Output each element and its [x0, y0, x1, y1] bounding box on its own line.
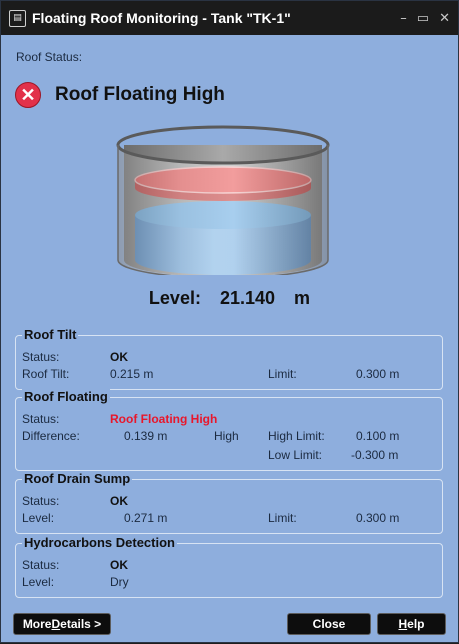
help-accelerator: H — [398, 617, 408, 631]
tank-graphic — [116, 125, 330, 275]
roof-tilt-value: 0.215 m — [110, 367, 154, 381]
roof-status-value: Roof Floating High — [55, 84, 225, 105]
minimize-icon[interactable]: – — [400, 11, 407, 26]
more-details-button[interactable]: More Details > — [13, 613, 111, 635]
group-title: Roof Tilt — [22, 327, 79, 342]
more-details-accelerator: D — [51, 617, 61, 631]
status-label: Status: — [22, 412, 60, 426]
level-readout: Level: 21.140 m — [1, 288, 458, 309]
status-value: Roof Floating High — [110, 412, 218, 426]
high-limit-value: 0.100 m — [356, 429, 400, 443]
status-label: Status: — [22, 558, 60, 572]
difference-value: 0.139 m — [124, 429, 168, 443]
status-value: OK — [110, 494, 128, 508]
status-value: OK — [110, 558, 128, 572]
group-title: Roof Floating — [22, 389, 110, 404]
status-label: Status: — [22, 494, 60, 508]
monitoring-window: ▤ Floating Roof Monitoring - Tank "TK-1"… — [0, 0, 459, 643]
level-value: Dry — [110, 575, 129, 589]
status-label: Status: — [22, 350, 60, 364]
low-limit-value: -0.300 m — [351, 448, 399, 462]
hydrocarbons-detection-group: Hydrocarbons Detection Status: OK Level:… — [15, 535, 443, 598]
title-bar[interactable]: ▤ Floating Roof Monitoring - Tank "TK-1"… — [1, 1, 458, 35]
dialog-content: Roof Status: ✕ Roof Floating High Level:… — [1, 35, 458, 644]
group-title: Hydrocarbons Detection — [22, 535, 177, 550]
status-value: OK — [110, 350, 128, 364]
help-button[interactable]: Help — [377, 613, 446, 635]
help-label-rest: elp — [407, 617, 425, 631]
limit-label: Limit: — [268, 511, 297, 525]
limit-value: 0.300 m — [356, 367, 400, 381]
close-button[interactable]: Close — [287, 613, 371, 635]
window-title: Floating Roof Monitoring - Tank "TK-1" — [32, 10, 291, 26]
low-limit-label: Low Limit: — [268, 448, 323, 462]
level-label: Level: — [148, 288, 201, 308]
error-x-icon: ✕ — [15, 82, 41, 108]
roof-drain-sump-group: Roof Drain Sump Status: OK Level: 0.271 … — [15, 471, 443, 534]
close-icon[interactable]: ✕ — [439, 11, 450, 26]
level-unit: m — [294, 288, 311, 308]
limit-label: Limit: — [268, 367, 297, 381]
roof-status-indicator: ✕ Roof Floating High — [15, 82, 225, 108]
more-details-label: More — [22, 617, 52, 631]
roof-tilt-group: Roof Tilt Status: OK Roof Tilt: 0.215 m … — [15, 327, 443, 390]
level-value: 0.271 m — [124, 511, 168, 525]
level-label: Level: — [22, 575, 55, 589]
more-details-label-rest: etails > — [60, 617, 102, 631]
difference-state: High — [214, 429, 239, 443]
roof-tilt-label: Roof Tilt: — [22, 367, 70, 381]
roof-floating-group: Roof Floating Status: Roof Floating High… — [15, 389, 443, 471]
level-value: 21.140 — [219, 288, 276, 308]
high-limit-label: High Limit: — [268, 429, 325, 443]
roof-status-label: Roof Status: — [16, 50, 83, 64]
limit-value: 0.300 m — [356, 511, 400, 525]
maximize-icon[interactable]: ▭ — [417, 11, 429, 26]
group-title: Roof Drain Sump — [22, 471, 133, 486]
level-label: Level: — [22, 511, 55, 525]
document-icon: ▤ — [9, 9, 26, 27]
difference-label: Difference: — [22, 429, 80, 443]
